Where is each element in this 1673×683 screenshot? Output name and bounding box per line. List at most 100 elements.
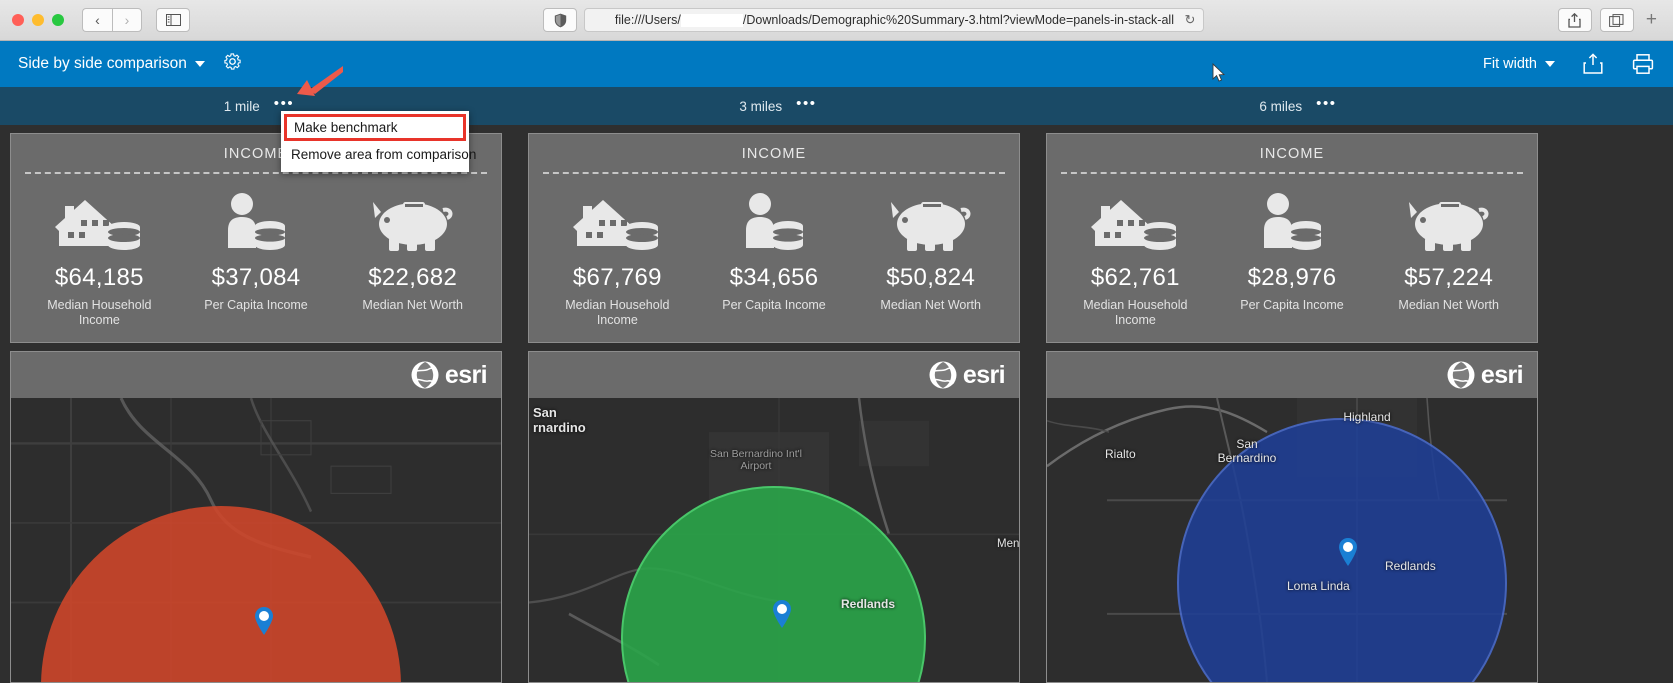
esri-wordmark: esri	[444, 360, 488, 389]
area-label-6-miles: 6 miles	[1259, 98, 1303, 114]
metric-label: Median Net Worth	[362, 298, 463, 312]
person-with-coins-icon	[216, 188, 296, 254]
area-menu-button-3-miles[interactable]: •••	[796, 96, 817, 112]
metric-median-net-worth: $57,224 Median Net Worth	[1370, 188, 1527, 328]
share-button[interactable]	[1557, 8, 1592, 32]
tabs-icon	[1609, 13, 1624, 27]
piggy-bank-icon	[367, 188, 459, 254]
toolbar-right-group: Fit width	[1483, 52, 1655, 76]
maximize-window-button[interactable]	[52, 14, 64, 26]
income-card-3-miles: INCOME $67,769 Median Household Income $…	[528, 133, 1020, 343]
sidebar-toggle-button[interactable]	[156, 8, 190, 32]
globe-icon	[929, 361, 957, 389]
map-canvas-6-miles[interactable]: Rialto San Bernardino Highland Redlands …	[1047, 398, 1537, 682]
app-toolbar: Side by side comparison Fit width	[0, 41, 1673, 87]
income-card-6-miles: INCOME $62,761 Median Household Income $…	[1046, 133, 1538, 343]
context-menu-item-label: Remove area from comparison	[291, 147, 477, 162]
print-icon	[1632, 54, 1654, 74]
esri-wordmark: esri	[962, 360, 1006, 389]
chrome-right-controls: +	[1557, 8, 1661, 32]
esri-wordmark: esri	[1480, 360, 1524, 389]
map-canvas-1-mile[interactable]	[11, 398, 501, 682]
metric-median-household-income: $67,769 Median Household Income	[539, 188, 696, 328]
globe-icon	[1447, 361, 1475, 389]
url-suffix: /Downloads/Demographic%20Summary-3.html?…	[742, 13, 1174, 27]
metric-value: $37,084	[211, 264, 301, 291]
url-text: file:///Users/ /Downloads/Demographic%20S…	[615, 13, 1174, 27]
metric-median-household-income: $62,761 Median Household Income	[1057, 188, 1214, 328]
share-icon	[1568, 12, 1582, 28]
location-pin-icon	[1339, 538, 1357, 566]
metric-median-net-worth: $22,682 Median Net Worth	[334, 188, 491, 328]
panel-column-3-miles: INCOME $67,769 Median Household Income $…	[528, 133, 1020, 683]
globe-icon	[411, 361, 439, 389]
metric-value: $28,976	[1247, 264, 1337, 291]
metric-value: $50,824	[886, 264, 976, 291]
metric-label: Per Capita Income	[204, 298, 308, 312]
navigation-buttons: ‹ ›	[82, 8, 142, 32]
chevron-left-icon: ‹	[95, 12, 100, 28]
card-divider	[543, 172, 1005, 174]
metric-per-capita-income: $28,976 Per Capita Income	[1214, 188, 1371, 328]
card-divider	[1061, 172, 1523, 174]
url-prefix: file:///Users/	[614, 13, 681, 27]
url-zone: file:///Users/ /Downloads/Demographic%20S…	[200, 8, 1548, 32]
metric-median-net-worth: $50,824 Median Net Worth	[852, 188, 1009, 328]
address-bar[interactable]: file:///Users/ /Downloads/Demographic%20S…	[584, 8, 1205, 32]
piggy-bank-icon	[1403, 188, 1495, 254]
map-card-6-miles[interactable]: esri Rialto San Bernardino Highland Redl…	[1046, 351, 1538, 683]
metric-label: Median Household Income	[47, 298, 152, 327]
map-header: esri	[11, 352, 501, 398]
comparison-panels: INCOME $64,185 Median Household Income $…	[0, 125, 1673, 683]
house-with-coins-icon	[569, 188, 665, 254]
privacy-report-button[interactable]	[543, 8, 578, 32]
minimize-window-button[interactable]	[32, 14, 44, 26]
metric-value: $64,185	[54, 264, 144, 291]
zoom-level-dropdown[interactable]: Fit width	[1483, 56, 1555, 72]
back-button[interactable]: ‹	[82, 8, 112, 32]
map-card-1-mile[interactable]: esri	[10, 351, 502, 683]
context-menu-item-make-benchmark[interactable]: Make benchmark	[284, 114, 466, 141]
metrics-row: $62,761 Median Household Income $28,976 …	[1057, 188, 1527, 328]
metric-median-household-income: $64,185 Median Household Income	[21, 188, 178, 328]
sidebar-icon	[165, 14, 181, 26]
area-header-6-miles: 6 miles •••	[1038, 87, 1558, 125]
map-card-3-miles[interactable]: esri San rnardino San Bernardino Int'l A…	[528, 351, 1020, 683]
metric-label: Per Capita Income	[1240, 298, 1344, 312]
share-report-button[interactable]	[1581, 52, 1605, 76]
sidebar-toggle-wrap	[156, 8, 190, 32]
close-window-button[interactable]	[12, 14, 24, 26]
metric-label: Median Household Income	[1083, 298, 1188, 327]
map-header: esri	[1047, 352, 1537, 398]
view-mode-dropdown[interactable]: Side by side comparison	[18, 55, 205, 73]
map-canvas-3-miles[interactable]: San rnardino San Bernardino Int'l Airpor…	[529, 398, 1019, 682]
location-pin-icon	[255, 607, 273, 635]
reload-icon[interactable]: ↻	[1185, 12, 1196, 28]
new-tab-button[interactable]: +	[1642, 9, 1661, 31]
tab-overview-button[interactable]	[1599, 8, 1634, 32]
esri-logo: esri	[1446, 360, 1524, 390]
metric-per-capita-income: $37,084 Per Capita Income	[178, 188, 335, 328]
area-context-menu: Make benchmark Remove area from comparis…	[281, 111, 476, 172]
card-title: INCOME	[1259, 146, 1325, 162]
panel-column-6-miles: INCOME $62,761 Median Household Income $…	[1046, 133, 1538, 683]
metric-per-capita-income: $34,656 Per Capita Income	[696, 188, 853, 328]
area-menu-button-6-miles[interactable]: •••	[1316, 96, 1337, 112]
area-header-3-miles: 3 miles •••	[518, 87, 1038, 125]
metric-label: Median Net Worth	[1398, 298, 1499, 312]
url-redacted-username	[680, 13, 743, 27]
print-report-button[interactable]	[1631, 52, 1655, 76]
context-menu-item-remove-area[interactable]: Remove area from comparison	[281, 141, 476, 168]
area-label-1-mile: 1 mile	[223, 98, 260, 114]
toolbar-left-group: Side by side comparison	[18, 52, 242, 76]
house-with-coins-icon	[51, 188, 147, 254]
settings-button[interactable]	[223, 52, 242, 76]
metric-label: Per Capita Income	[722, 298, 826, 312]
house-with-coins-icon	[1087, 188, 1183, 254]
forward-button[interactable]: ›	[112, 8, 142, 32]
area-label-3-miles: 3 miles	[739, 98, 783, 114]
card-divider	[25, 172, 487, 174]
metric-label: Median Household Income	[565, 298, 670, 327]
chevron-down-icon	[194, 61, 205, 67]
metric-value: $67,769	[572, 264, 662, 291]
